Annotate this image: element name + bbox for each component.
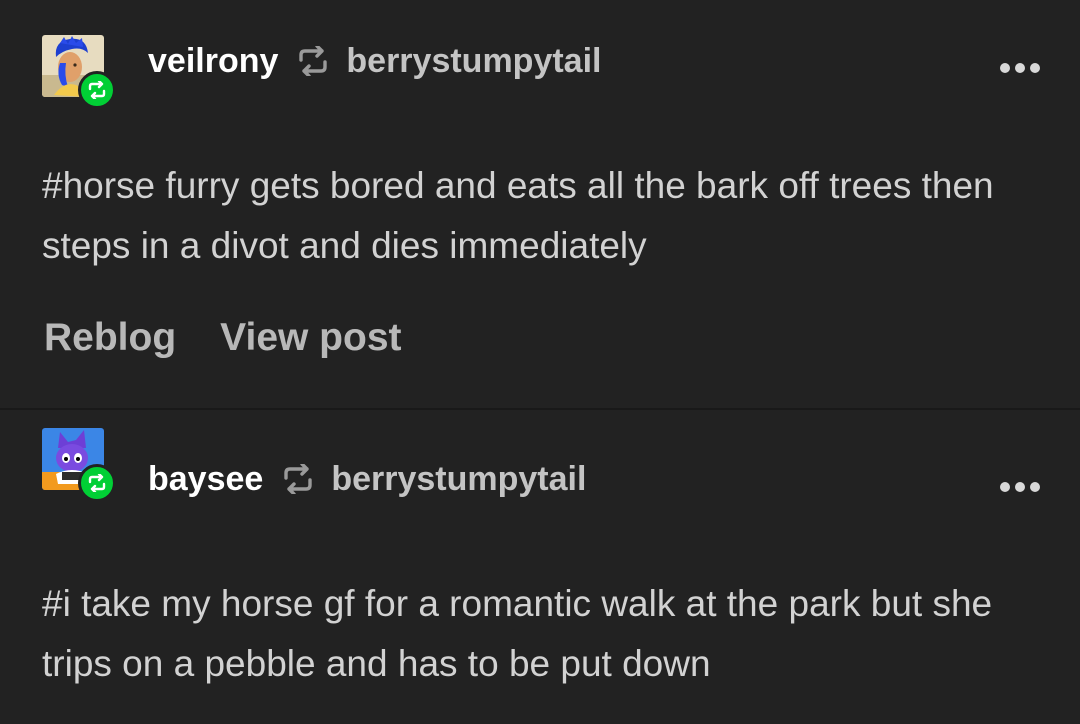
reblog-icon: [281, 464, 315, 494]
post-body-text: #i take my horse gf for a romantic walk …: [42, 583, 993, 684]
more-options-icon[interactable]: [1000, 63, 1040, 73]
post-header: baysee berrystumpytail: [148, 454, 586, 504]
avatar[interactable]: [42, 35, 116, 109]
reblog-badge-icon: [78, 71, 116, 109]
view-post-button[interactable]: View post: [220, 316, 401, 360]
dot: [1015, 63, 1025, 73]
dot: [1000, 63, 1010, 73]
reblog-source-link[interactable]: berrystumpytail: [346, 42, 601, 81]
reblog-badge-icon: [78, 464, 116, 502]
reblog-icon: [296, 46, 330, 76]
reblog-button[interactable]: Reblog: [44, 316, 176, 360]
more-options-icon[interactable]: [1000, 482, 1040, 492]
post-body-text: #horse furry gets bored and eats all the…: [42, 165, 994, 266]
username-link[interactable]: veilrony: [148, 42, 278, 81]
post-card: veilrony berrystumpytail #horse furry ge…: [0, 0, 1080, 408]
dot: [1015, 482, 1025, 492]
dot: [1030, 482, 1040, 492]
username-link[interactable]: baysee: [148, 460, 263, 499]
post-card: baysee berrystumpytail #i take my horse …: [0, 410, 1080, 724]
reblog-source-link[interactable]: berrystumpytail: [331, 460, 586, 499]
post-header: veilrony berrystumpytail: [148, 36, 601, 86]
avatar[interactable]: [42, 428, 116, 502]
dot: [1030, 63, 1040, 73]
dot: [1000, 482, 1010, 492]
post-actions: Reblog View post: [44, 316, 402, 360]
